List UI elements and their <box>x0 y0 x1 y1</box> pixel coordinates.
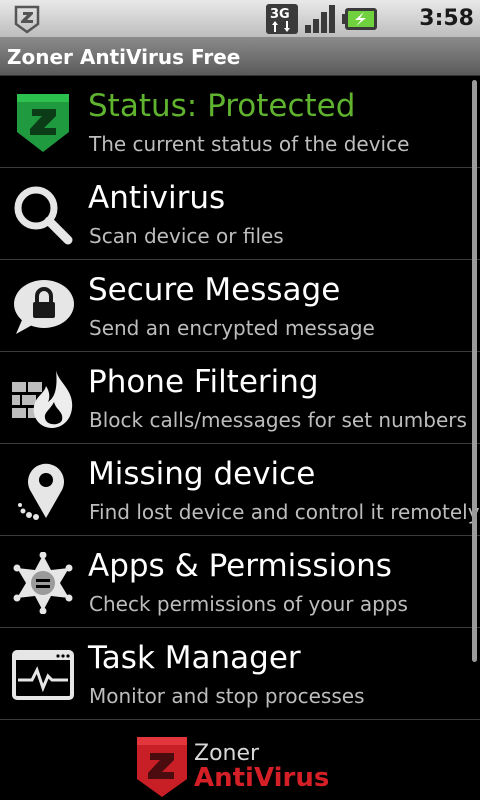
menu-item-title: Antivirus <box>88 180 226 216</box>
menu-item-title: Status: Protected <box>88 88 356 124</box>
menu-item-subtitle: Scan device or files <box>89 224 284 248</box>
zoner-notification-icon <box>14 5 40 34</box>
zoner-antivirus-logo: Zoner AntiVirus <box>134 735 344 799</box>
network-type-label: 3G <box>270 7 290 22</box>
3g-data-icon: 3G <box>266 4 298 34</box>
menu-item-subtitle: Monitor and stop processes <box>89 684 365 708</box>
menu-item-apps-permissions[interactable]: Apps & Permissions Check permissions of … <box>0 536 480 628</box>
menu-item-title: Task Manager <box>88 640 301 676</box>
firewall-icon <box>12 370 73 428</box>
menu-item-secure-message[interactable]: Secure Message Send an encrypted message <box>0 260 480 352</box>
menu-item-title: Missing device <box>88 456 316 492</box>
menu-item-subtitle: Check permissions of your apps <box>89 592 408 616</box>
logo-brand-bottom: AntiVirus <box>194 763 330 793</box>
list-scrollbar[interactable] <box>472 80 477 662</box>
signal-strength-icon <box>305 5 335 33</box>
sheriff-badge-icon <box>13 552 73 614</box>
menu-item-task-manager[interactable]: Task Manager Monitor and stop processes <box>0 628 480 720</box>
menu-item-title: Apps & Permissions <box>88 548 392 584</box>
battery-charging-icon <box>342 8 377 30</box>
menu-item-subtitle: Send an encrypted message <box>89 316 375 340</box>
status-bar: 3G 3:58 PM <box>0 0 480 69</box>
task-monitor-icon <box>12 650 74 700</box>
menu-item-title: Phone Filtering <box>88 364 319 400</box>
menu-item-missing-device[interactable]: Missing device Find lost device and cont… <box>0 444 480 536</box>
location-pin-icon <box>18 463 64 520</box>
zoner-shield-logo-icon <box>137 737 187 797</box>
app-title: Zoner AntiVirus Free <box>7 45 241 69</box>
lock-message-icon <box>14 280 74 334</box>
menu-item-antivirus[interactable]: Antivirus Scan device or files <box>0 168 480 260</box>
menu-item-subtitle: Block calls/messages for set numbers <box>89 408 467 432</box>
menu-item-title: Secure Message <box>88 272 341 308</box>
magnifier-icon <box>14 186 73 245</box>
menu-item-phone-filtering[interactable]: Phone Filtering Block calls/messages for… <box>0 352 480 444</box>
menu-item-status[interactable]: Status: Protected The current status of … <box>0 76 480 168</box>
main-menu: Status: Protected The current status of … <box>0 76 480 720</box>
shield-icon <box>17 94 69 152</box>
menu-item-subtitle: The current status of the device <box>89 132 410 156</box>
status-clock: 3:58 PM <box>419 6 474 69</box>
menu-item-subtitle: Find lost device and control it remotely <box>89 500 480 524</box>
title-bar: Zoner AntiVirus Free <box>0 38 480 76</box>
